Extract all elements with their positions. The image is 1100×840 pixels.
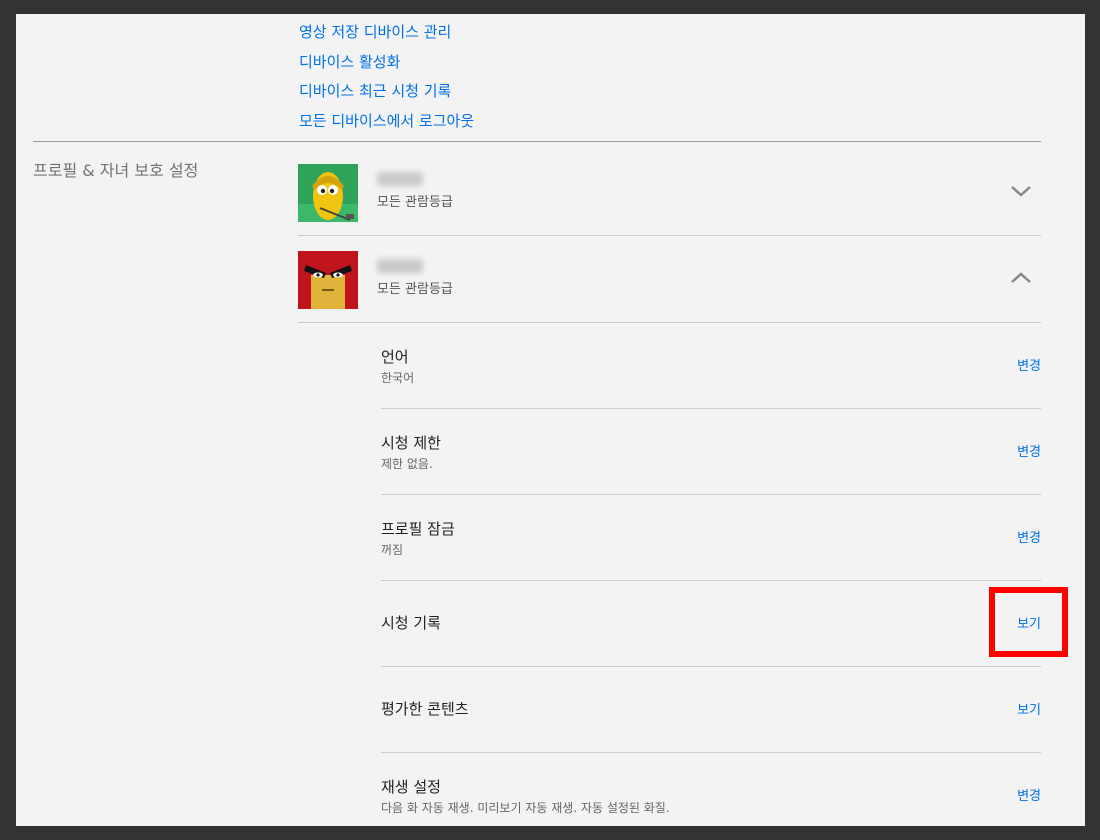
setting-language: 언어 한국어 변경 bbox=[381, 322, 1041, 409]
setting-label: 평가한 콘텐츠 bbox=[381, 700, 469, 718]
setting-viewing-activity: 시청 기록 보기 bbox=[381, 580, 1041, 667]
chevron-down-icon[interactable] bbox=[1009, 179, 1033, 203]
device-links: 영상 저장 디바이스 관리 디바이스 활성화 디바이스 최근 시청 기록 모든 … bbox=[299, 18, 474, 136]
profile-rating: 모든 관람등급 bbox=[377, 195, 453, 210]
setting-value: 꺼짐 bbox=[381, 543, 404, 557]
manage-download-devices-link[interactable]: 영상 저장 디바이스 관리 bbox=[299, 18, 474, 48]
setting-viewing-restrictions: 시청 제한 제한 없음. 변경 bbox=[381, 408, 1041, 495]
view-ratings-link[interactable]: 보기 bbox=[1017, 699, 1041, 718]
profile-name-blurred bbox=[377, 259, 423, 273]
setting-label: 재생 설정 bbox=[381, 778, 441, 796]
section-title: 프로필 & 자녀 보호 설정 bbox=[33, 161, 199, 180]
red-character-avatar-icon bbox=[298, 251, 358, 309]
yellow-character-avatar-icon bbox=[298, 164, 358, 222]
setting-value: 다음 화 자동 재생. 미리보기 자동 재생. 자동 설정된 화질. bbox=[381, 801, 670, 815]
setting-label: 언어 bbox=[381, 348, 409, 366]
chevron-up-icon[interactable] bbox=[1009, 266, 1033, 290]
view-viewing-activity-link[interactable]: 보기 bbox=[1017, 613, 1041, 632]
profile-name-blurred bbox=[377, 172, 423, 186]
profile-rating: 모든 관람등급 bbox=[377, 282, 453, 297]
setting-label: 시청 제한 bbox=[381, 434, 441, 452]
change-language-link[interactable]: 변경 bbox=[1017, 355, 1041, 374]
setting-label: 프로필 잠금 bbox=[381, 520, 455, 538]
setting-label: 시청 기록 bbox=[381, 614, 441, 632]
setting-value: 제한 없음. bbox=[381, 457, 433, 471]
setting-profile-lock: 프로필 잠금 꺼짐 변경 bbox=[381, 494, 1041, 581]
account-page: 영상 저장 디바이스 관리 디바이스 활성화 디바이스 최근 시청 기록 모든 … bbox=[16, 14, 1085, 826]
section-divider bbox=[33, 141, 1041, 142]
change-profile-lock-link[interactable]: 변경 bbox=[1017, 527, 1041, 546]
activate-device-link[interactable]: 디바이스 활성화 bbox=[299, 48, 474, 78]
setting-playback: 재생 설정 다음 화 자동 재생. 미리보기 자동 재생. 자동 설정된 화질.… bbox=[381, 752, 1041, 826]
setting-value: 한국어 bbox=[381, 371, 415, 385]
recent-device-streaming-link[interactable]: 디바이스 최근 시청 기록 bbox=[299, 77, 474, 107]
profile-row-1[interactable]: 모든 관람등급 bbox=[298, 148, 1041, 236]
profile-row-2[interactable]: 모든 관람등급 bbox=[298, 235, 1041, 323]
sign-out-all-devices-link[interactable]: 모든 디바이스에서 로그아웃 bbox=[299, 107, 474, 137]
change-restrictions-link[interactable]: 변경 bbox=[1017, 441, 1041, 460]
setting-ratings: 평가한 콘텐츠 보기 bbox=[381, 666, 1041, 753]
change-playback-link[interactable]: 변경 bbox=[1017, 785, 1041, 804]
